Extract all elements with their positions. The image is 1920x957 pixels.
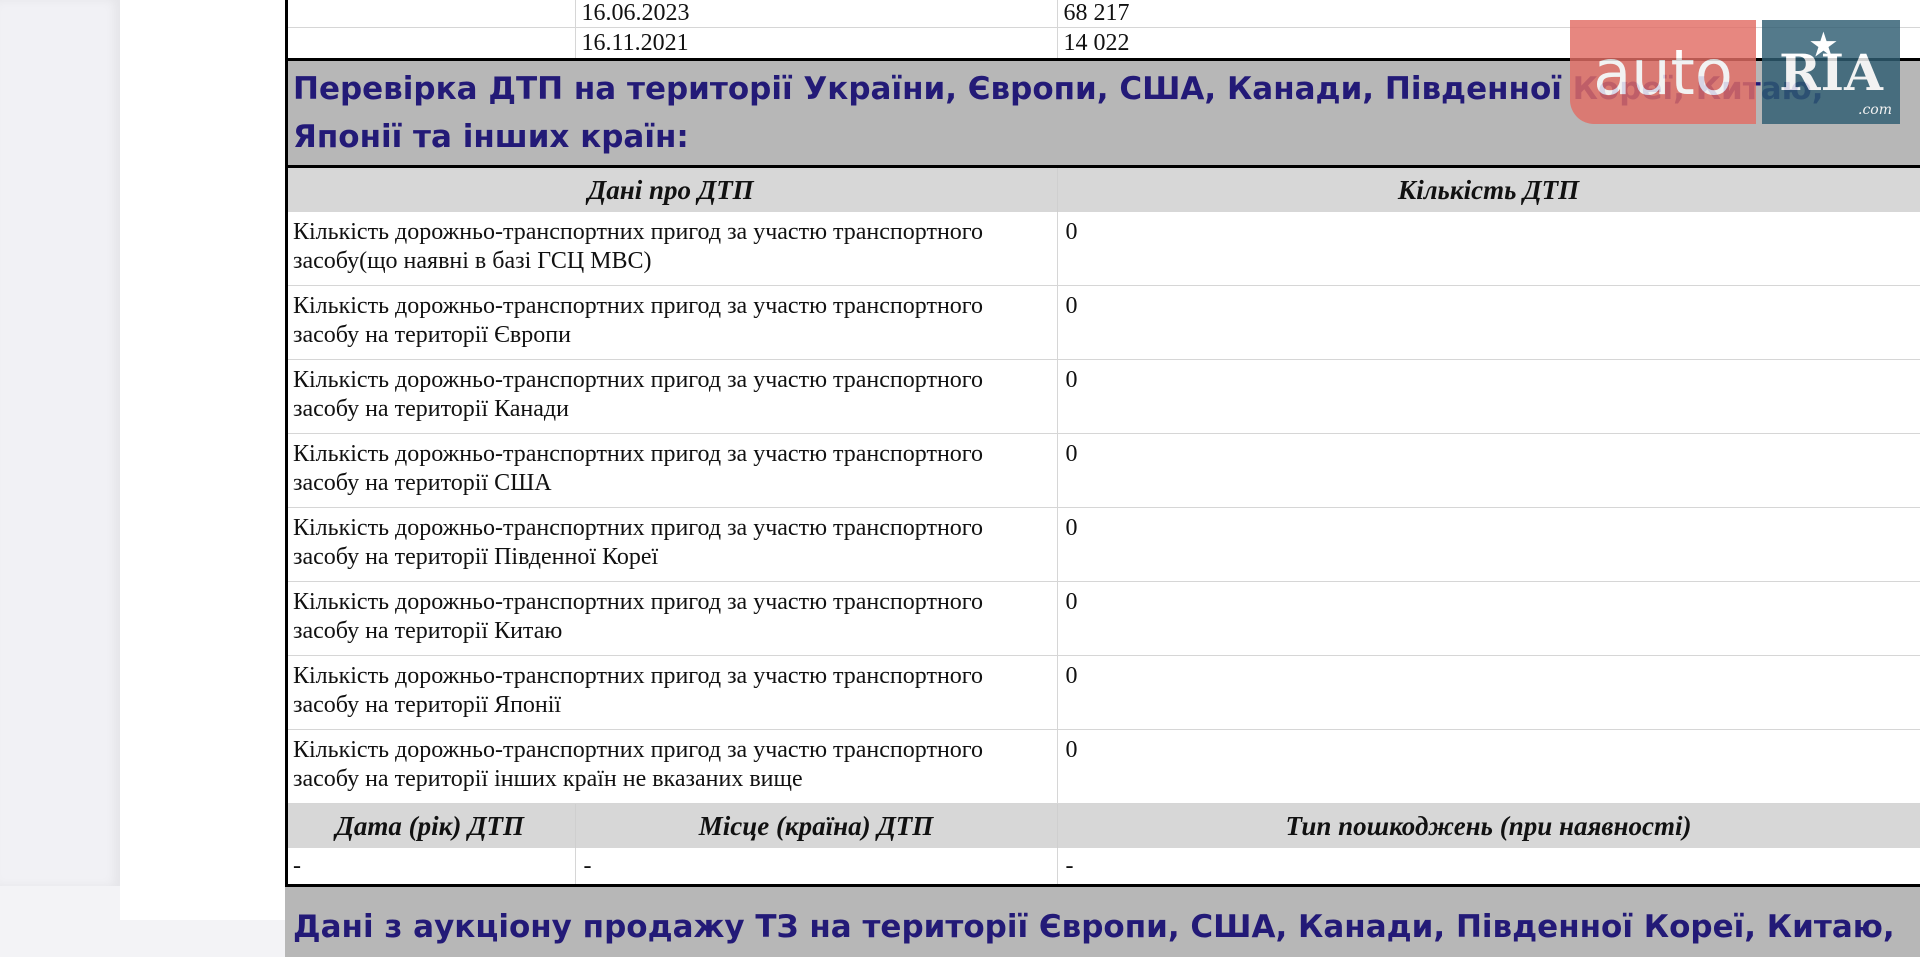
accident-row: Кількість дорожньо-транспортних пригод з… <box>285 656 1920 730</box>
col-header-accident-count: Кількість ДТП <box>1057 167 1920 213</box>
star-icon: ★ <box>1810 28 1837 63</box>
viewer-left-gutter <box>0 0 120 886</box>
watermark-auto: auto <box>1570 20 1756 124</box>
table-left-border <box>285 0 288 886</box>
accident-row-count: 0 <box>1057 360 1920 434</box>
accident-row-count: 0 <box>1057 582 1920 656</box>
accident-row-count: 0 <box>1057 434 1920 508</box>
accident-row: Кількість дорожньо-транспортних пригод з… <box>285 286 1920 360</box>
watermark-ria: ★ RIA .com <box>1762 20 1900 124</box>
watermark-com-text: .com <box>1858 102 1892 118</box>
mileage-date: 16.06.2023 <box>575 0 1057 28</box>
col-header-accident-data: Дані про ДТП <box>285 167 1057 213</box>
accident-row-label: Кількість дорожньо-транспортних пригод з… <box>285 730 1057 804</box>
accident-row: Кількість дорожньо-транспортних пригод з… <box>285 508 1920 582</box>
col-header-damage-type: Тип пошкоджень (при наявності) <box>1057 804 1920 849</box>
accident-detail-row: - - - <box>285 848 1920 886</box>
accident-row-count: 0 <box>1057 730 1920 804</box>
mileage-date: 16.11.2021 <box>575 28 1057 60</box>
autoria-watermark: auto ★ RIA .com <box>1570 20 1900 124</box>
accident-row: Кількість дорожньо-транспортних пригод з… <box>285 212 1920 286</box>
accident-row-label: Кількість дорожньо-транспортних пригод з… <box>285 508 1057 582</box>
auction-section-title: Дані з аукціону продажу ТЗ на території … <box>285 886 1920 957</box>
accident-row-count: 0 <box>1057 286 1920 360</box>
accident-row-label: Кількість дорожньо-транспортних пригод з… <box>285 656 1057 730</box>
accident-row-label: Кількість дорожньо-транспортних пригод з… <box>285 434 1057 508</box>
report-document: 16.06.2023 68 217 16.11.2021 14 022 Пере… <box>285 0 1920 886</box>
accident-detail-date: - <box>285 848 575 886</box>
accident-row-count: 0 <box>1057 212 1920 286</box>
accident-row-label: Кількість дорожньо-транспортних пригод з… <box>285 360 1057 434</box>
accident-row-count: 0 <box>1057 508 1920 582</box>
accident-row: Кількість дорожньо-транспортних пригод з… <box>285 582 1920 656</box>
accident-row: Кількість дорожньо-транспортних пригод з… <box>285 360 1920 434</box>
accident-row-count: 0 <box>1057 656 1920 730</box>
accident-row: Кількість дорожньо-транспортних пригод з… <box>285 434 1920 508</box>
accident-row-label: Кількість дорожньо-транспортних пригод з… <box>285 582 1057 656</box>
accident-row-label: Кількість дорожньо-транспортних пригод з… <box>285 286 1057 360</box>
accident-row: Кількість дорожньо-транспортних пригод з… <box>285 730 1920 804</box>
accident-detail-place: - <box>575 848 1057 886</box>
accident-detail-damage: - <box>1057 848 1920 886</box>
col-header-accident-date: Дата (рік) ДТП <box>285 804 575 849</box>
report-table: 16.06.2023 68 217 16.11.2021 14 022 Пере… <box>285 0 1920 957</box>
accident-row-label: Кількість дорожньо-транспортних пригод з… <box>285 212 1057 286</box>
col-header-accident-place: Місце (країна) ДТП <box>575 804 1057 849</box>
